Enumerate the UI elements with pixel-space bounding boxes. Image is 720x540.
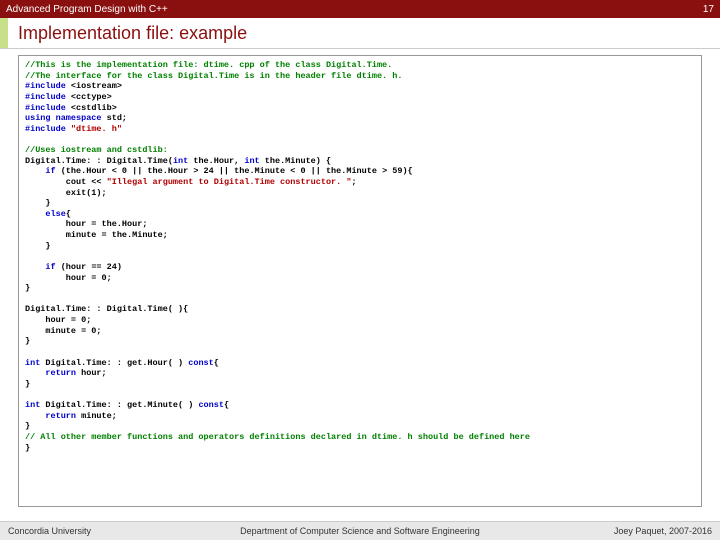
code-line: } [25,443,30,453]
content-area: //This is the implementation file: dtime… [0,49,720,511]
code-line: //This is the implementation file: dtime… [25,60,392,70]
code-line: #include [25,81,71,91]
code-line: #include [25,92,71,102]
code-line: minute = the.Minute; [25,230,168,240]
header-bar: Advanced Program Design with C++ 17 [0,0,720,18]
code-line: Digital.Time: : Digital.Time( ){ [25,304,188,314]
course-title: Advanced Program Design with C++ [6,4,168,15]
title-band: Implementation file: example [0,18,720,49]
code-line: //Uses iostream and cstdlib: [25,145,168,155]
code-line: Digital.Time: : Digital.Time( [25,156,173,166]
code-line: #include [25,103,71,113]
footer-right: Joey Paquet, 2007-2016 [614,526,712,536]
code-line: } [25,379,30,389]
code-box: //This is the implementation file: dtime… [18,55,702,507]
code-line: // All other member functions and operat… [25,432,530,442]
code-line: } [25,336,30,346]
code-line: minute = 0; [25,326,102,336]
code-line: } [25,198,51,208]
footer-center: Department of Computer Science and Softw… [0,526,720,536]
footer-bar: Concordia University Department of Compu… [0,521,720,540]
code-line: //The interface for the class Digital.Ti… [25,71,402,81]
code-line: exit(1); [25,188,107,198]
code-line: } [25,421,30,431]
code-line: hour = 0; [25,315,91,325]
code-line: } [25,241,51,251]
slide-title: Implementation file: example [8,18,720,48]
code-line: } [25,283,30,293]
footer-left: Concordia University [8,526,91,536]
title-accent [0,18,8,48]
page-number: 17 [703,4,714,15]
code-line: #include [25,124,71,134]
code-line: hour = the.Hour; [25,219,147,229]
code-line: hour = 0; [25,273,112,283]
code-line: using namespace [25,113,107,123]
